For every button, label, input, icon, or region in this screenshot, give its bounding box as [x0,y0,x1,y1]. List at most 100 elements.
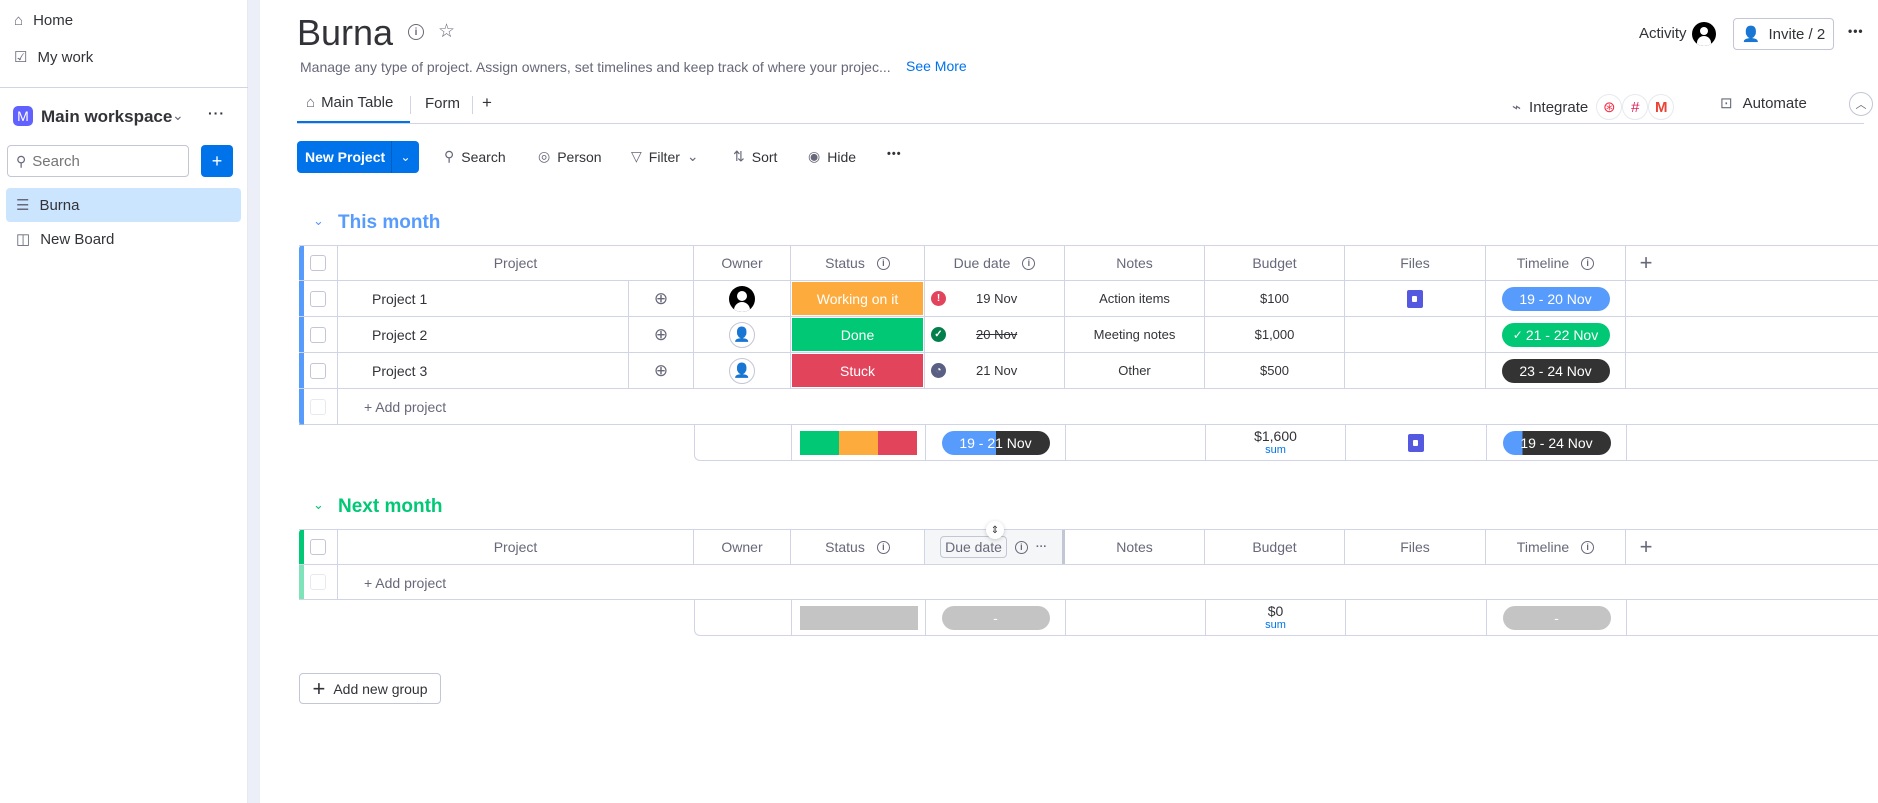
notes-cell[interactable]: Other [1065,353,1205,388]
header-budget[interactable]: Budget [1205,530,1345,564]
group-title[interactable]: This month [338,212,440,234]
sidebar-search[interactable]: ⚲ [7,145,189,177]
header-budget[interactable]: Budget [1205,246,1345,280]
empty-owner-icon[interactable]: 👤 [729,321,755,348]
chevron-down-icon[interactable]: ⌄ [687,148,699,165]
budget-cell[interactable]: $500 [1205,353,1345,388]
row-checkbox[interactable] [310,362,326,379]
info-icon[interactable]: i [408,24,424,40]
due-date-cell[interactable]: ✓ 20 Nov [925,317,1065,352]
sort-button[interactable]: ⇅ Sort [733,148,777,165]
automate-button[interactable]: ⊡ Automate [1720,94,1807,113]
tab-form[interactable]: Form [425,95,460,112]
board-title[interactable]: Burna [297,12,393,54]
file-icon[interactable] [1408,433,1424,452]
activity-button[interactable]: Activity [1639,25,1687,42]
header-status[interactable]: Status i [791,246,925,280]
header-timeline[interactable]: Timeline i [1486,530,1626,564]
project-name[interactable]: Project 3 [338,353,629,388]
header-project[interactable]: Project [338,530,694,564]
sidebar-board-burna[interactable]: ☰ Burna [6,188,241,222]
info-icon[interactable]: i [876,540,890,554]
header-owner[interactable]: Owner [694,530,791,564]
hide-button[interactable]: ◉ Hide [808,148,856,165]
chevron-down-icon[interactable]: ⌄ [172,107,184,124]
new-project-button[interactable]: New Project ⌄ [297,141,419,173]
integrate-button[interactable]: ⌁ Integrate ⊛ # M [1512,94,1675,120]
workspace-name[interactable]: Main workspace [41,107,172,127]
timeline-cell[interactable]: 19 - 20 Nov [1486,281,1626,316]
add-item-input[interactable]: + Add project [364,575,446,591]
sidebar-my-work[interactable]: ☑ My work [14,48,93,67]
files-cell[interactable] [1345,281,1486,316]
sidebar-home[interactable]: ⌂ Home [14,12,73,29]
collapse-group-icon[interactable]: ⌄ [313,213,324,229]
info-icon[interactable]: i [1022,256,1036,270]
add-column-button[interactable]: + [1626,246,1666,280]
notes-cell[interactable]: Meeting notes [1065,317,1205,352]
owner-avatar[interactable] [729,285,755,312]
add-update-icon[interactable]: ⊕ [629,281,694,316]
header-files[interactable]: Files [1345,530,1486,564]
row-checkbox[interactable] [310,326,326,343]
workspace-more-button[interactable]: ··· [208,105,225,121]
header-timeline[interactable]: Timeline i [1486,246,1626,280]
search-button[interactable]: ⚲ Search [444,148,506,165]
project-name[interactable]: Project 1 [338,281,629,316]
user-avatar[interactable] [1692,22,1716,46]
info-icon[interactable]: i [1581,540,1595,554]
select-all-checkbox[interactable] [310,255,326,271]
sidebar-resize-strip[interactable] [248,0,260,803]
filter-button[interactable]: ▽ Filter ⌄ [631,148,699,165]
toolbar-more-button[interactable]: ••• [887,148,902,160]
budget-cell[interactable]: $100 [1205,281,1345,316]
budget-cell[interactable]: $1,000 [1205,317,1345,352]
status-cell[interactable]: Stuck [791,353,925,388]
group-title[interactable]: Next month [338,496,443,518]
owner-cell[interactable] [694,281,791,316]
files-cell[interactable] [1345,317,1486,352]
header-project[interactable]: Project [338,246,694,280]
owner-cell[interactable]: 👤 [694,317,791,352]
due-date-cell[interactable]: ◔ 21 Nov [925,353,1065,388]
file-icon[interactable] [1407,289,1423,308]
more-options-button[interactable]: ••• [1848,24,1864,38]
header-owner[interactable]: Owner [694,246,791,280]
status-cell[interactable]: Done [791,317,925,352]
project-name[interactable]: Project 2 [338,317,629,352]
add-new-group-button[interactable]: + Add new group [299,673,441,704]
empty-owner-icon[interactable]: 👤 [729,357,755,384]
status-cell[interactable]: Working on it [791,281,925,316]
invite-button[interactable]: 👤 Invite / 2 [1733,18,1834,50]
column-more-icon[interactable]: ··· [1036,541,1047,553]
add-update-icon[interactable]: ⊕ [629,353,694,388]
info-icon[interactable]: i [876,256,890,270]
header-notes[interactable]: Notes [1065,530,1205,564]
collapse-group-icon[interactable]: ⌄ [313,497,324,513]
timeline-cell[interactable]: 23 - 24 Nov [1486,353,1626,388]
column-name-edit[interactable]: Due date [940,536,1007,558]
owner-cell[interactable]: 👤 [694,353,791,388]
tab-main-table[interactable]: ⌂ Main Table [306,94,393,111]
header-files[interactable]: Files [1345,246,1486,280]
add-view-button[interactable]: + [482,93,492,113]
info-icon[interactable]: i [1014,540,1028,554]
add-column-button[interactable]: + [1626,530,1666,564]
add-board-button[interactable]: + [201,145,233,177]
add-item-input[interactable]: + Add project [364,399,446,415]
info-icon[interactable]: i [1581,256,1595,270]
sidebar-board-new-board[interactable]: ◫ New Board [6,222,241,256]
person-filter-button[interactable]: ◎ Person [538,148,602,165]
header-status[interactable]: Status i [791,530,925,564]
column-resize-handle-icon[interactable]: ⇕ [986,521,1004,539]
see-more-link[interactable]: See More [906,58,967,74]
timeline-cell[interactable]: ✓ 21 - 22 Nov [1486,317,1626,352]
sidebar-search-input[interactable] [32,152,173,170]
header-notes[interactable]: Notes [1065,246,1205,280]
notes-cell[interactable]: Action items [1065,281,1205,316]
star-icon[interactable]: ☆ [438,20,455,43]
row-checkbox[interactable] [310,290,326,307]
add-update-icon[interactable]: ⊕ [629,317,694,352]
select-all-checkbox[interactable] [310,539,326,555]
chevron-down-icon[interactable]: ⌄ [391,141,419,173]
